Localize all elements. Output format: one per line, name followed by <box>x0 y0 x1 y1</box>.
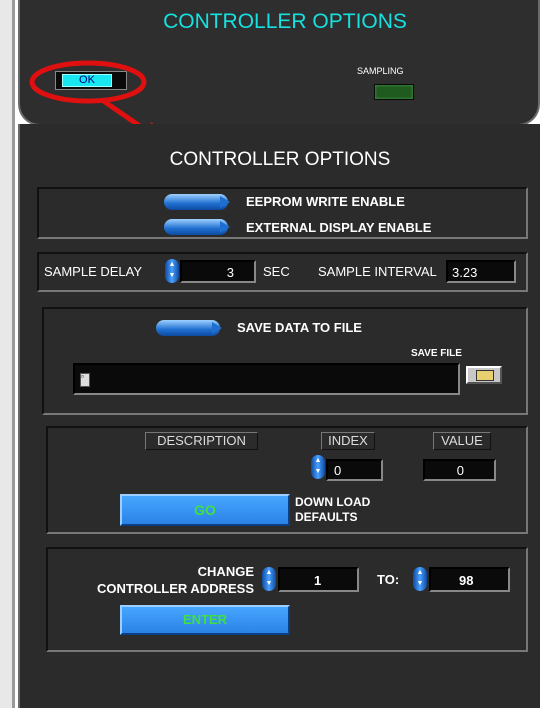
current-address-spinner[interactable]: ▲ ▼ <box>262 567 276 591</box>
to-label: TO: <box>377 572 400 587</box>
save-data-label: SAVE DATA TO FILE <box>237 320 362 335</box>
path-icon: ▫ <box>80 373 90 387</box>
save-data-toggle[interactable] <box>156 320 222 336</box>
save-file-label: SAVE FILE <box>411 348 462 359</box>
new-address-value: 98 <box>459 573 474 588</box>
index-field[interactable]: 0 <box>326 459 383 481</box>
save-file-path-field[interactable]: ▫ <box>73 363 460 395</box>
sample-delay-value: 3 <box>226 265 234 280</box>
sample-interval-field: 3.23 <box>446 260 516 283</box>
browse-folder-button[interactable] <box>466 366 502 384</box>
eeprom-write-toggle[interactable] <box>164 194 230 210</box>
sample-interval-label: SAMPLE INTERVAL <box>318 264 437 279</box>
description-header: DESCRIPTION <box>145 432 258 450</box>
enter-button[interactable]: ENTER <box>120 605 290 635</box>
sample-interval-value: 3.23 <box>452 265 478 280</box>
download-label-line2: DEFAULTS <box>295 510 358 524</box>
value-field: 0 <box>423 459 496 481</box>
change-label-line1: CHANGE <box>197 564 254 579</box>
index-spinner[interactable]: ▲ ▼ <box>311 455 325 479</box>
download-label-line1: DOWN LOAD <box>295 495 371 509</box>
change-label-line2: CONTROLLER ADDRESS <box>97 581 254 596</box>
value-header: VALUE <box>433 432 491 450</box>
sample-delay-label: SAMPLE DELAY <box>44 264 143 279</box>
current-address-value: 1 <box>314 573 322 588</box>
sample-delay-field[interactable]: 3 <box>180 260 256 283</box>
new-address-field[interactable]: 98 <box>429 567 510 592</box>
sample-delay-unit: SEC <box>263 264 290 279</box>
change-address-label: CHANGE CONTROLLER ADDRESS <box>54 563 254 597</box>
external-display-toggle[interactable] <box>164 219 230 235</box>
go-button[interactable]: GO <box>120 494 290 526</box>
eeprom-write-label: EEPROM WRITE ENABLE <box>246 194 405 209</box>
sample-delay-spinner[interactable]: ▲ ▼ <box>165 259 179 283</box>
go-button-label: GO <box>194 502 216 518</box>
annotation-circle <box>29 60 147 104</box>
folder-open-icon <box>476 370 494 381</box>
current-address-field[interactable]: 1 <box>278 567 359 592</box>
new-address-spinner[interactable]: ▲ ▼ <box>413 567 427 591</box>
index-header: INDEX <box>321 432 375 450</box>
page-title: CONTROLLER OPTIONS <box>169 149 391 170</box>
download-defaults-label: DOWN LOAD DEFAULTS <box>295 495 370 525</box>
enter-button-label: ENTER <box>182 612 228 627</box>
value-value: 0 <box>456 463 464 478</box>
external-display-label: EXTERNAL DISPLAY ENABLE <box>246 220 432 235</box>
index-value: 0 <box>334 463 342 478</box>
